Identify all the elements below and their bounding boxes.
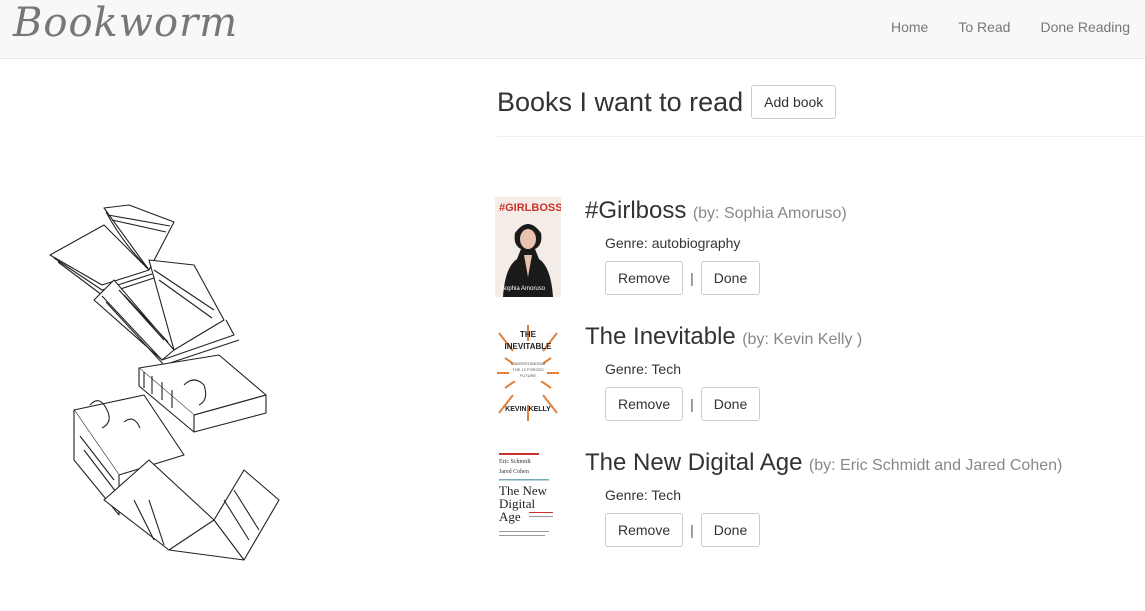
svg-text:INEVITABLE: INEVITABLE bbox=[505, 342, 553, 351]
book-actions: Remove | Done bbox=[605, 387, 862, 421]
book-title: The Inevitable bbox=[585, 323, 736, 350]
page-title: Books I want to read bbox=[497, 86, 744, 117]
book-info: #Girlboss (by: Sophia Amoruso) Genre: au… bbox=[585, 197, 847, 295]
book-genre: Genre: Tech bbox=[605, 487, 682, 503]
svg-text:Eric Schmidt: Eric Schmidt bbox=[499, 459, 531, 465]
book-cover-inevitable[interactable]: THE INEVITABLE UNDERSTANDING THE 12 FORC… bbox=[495, 323, 561, 423]
done-button[interactable]: Done bbox=[700, 513, 761, 547]
nav-home-link[interactable]: Home bbox=[876, 0, 943, 54]
book-info: The Inevitable (by: Kevin Kelly ) Genre:… bbox=[585, 323, 862, 421]
svg-text:THE: THE bbox=[520, 330, 537, 339]
remove-button[interactable]: Remove bbox=[605, 513, 684, 547]
book-info: The New Digital Age (by: Eric Schmidt an… bbox=[585, 449, 1062, 547]
book-item: THE INEVITABLE UNDERSTANDING THE 12 FORC… bbox=[495, 323, 1145, 423]
svg-text:#GIRLBOSS: #GIRLBOSS bbox=[499, 202, 561, 214]
action-separator: | bbox=[690, 270, 694, 286]
main-content: Books I want to read Add book #GIRLBOSS … bbox=[495, 82, 1145, 549]
book-item: Eric Schmidt Jared Cohen The New Digital… bbox=[495, 449, 1145, 549]
page-heading: Books I want to read Add book bbox=[497, 82, 1145, 122]
book-cover-new-digital-age[interactable]: Eric Schmidt Jared Cohen The New Digital… bbox=[495, 449, 561, 549]
svg-text:FUTURE: FUTURE bbox=[520, 373, 537, 378]
book-item: #GIRLBOSS Sophia Amoruso #Girlboss (by: … bbox=[495, 197, 1145, 297]
book-author: (by: Sophia Amoruso) bbox=[692, 205, 847, 222]
book-author: (by: Eric Schmidt and Jared Cohen) bbox=[808, 457, 1063, 474]
add-book-button[interactable]: Add book bbox=[751, 85, 837, 119]
book-cover-girlboss[interactable]: #GIRLBOSS Sophia Amoruso bbox=[495, 197, 561, 297]
nav-done-reading-link[interactable]: Done Reading bbox=[1025, 0, 1145, 54]
svg-text:UNDERSTANDING: UNDERSTANDING bbox=[511, 361, 546, 366]
navbar: Bookworm Home To Read Done Reading bbox=[0, 0, 1145, 59]
action-separator: | bbox=[690, 522, 694, 538]
done-button[interactable]: Done bbox=[700, 387, 761, 421]
remove-button[interactable]: Remove bbox=[605, 387, 684, 421]
brand-logo[interactable]: Bookworm bbox=[13, 0, 238, 50]
nav-menu: Home To Read Done Reading bbox=[876, 0, 1145, 54]
remove-button[interactable]: Remove bbox=[605, 261, 684, 295]
book-author: (by: Kevin Kelly ) bbox=[742, 331, 863, 348]
done-button[interactable]: Done bbox=[700, 261, 761, 295]
book-title: The New Digital Age bbox=[585, 449, 803, 476]
book-actions: Remove | Done bbox=[605, 513, 1062, 547]
svg-text:Sophia Amoruso: Sophia Amoruso bbox=[501, 286, 546, 292]
book-genre: Genre: Tech bbox=[605, 361, 682, 377]
book-title: #Girlboss bbox=[585, 197, 687, 224]
action-separator: | bbox=[690, 396, 694, 412]
nav-to-read-link[interactable]: To Read bbox=[943, 0, 1025, 54]
svg-text:THE 12 FORCES: THE 12 FORCES bbox=[512, 367, 544, 372]
flying-books-illustration bbox=[49, 204, 280, 561]
svg-text:KEVIN KELLY: KEVIN KELLY bbox=[505, 406, 551, 413]
book-actions: Remove | Done bbox=[605, 261, 847, 295]
svg-text:Age: Age bbox=[499, 509, 521, 524]
header-divider bbox=[497, 136, 1145, 137]
book-genre: Genre: autobiography bbox=[605, 235, 741, 251]
svg-text:Jared Cohen: Jared Cohen bbox=[499, 469, 529, 475]
